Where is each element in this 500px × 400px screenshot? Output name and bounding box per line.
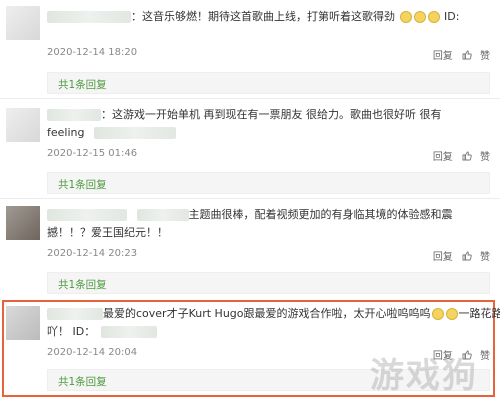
avatar[interactable] xyxy=(6,108,40,142)
comment-text-line2: 吖！ ID： xyxy=(47,325,157,339)
timestamp: 2020-12-14 20:23 xyxy=(47,248,138,259)
reply-button[interactable]: 回复 xyxy=(433,51,453,62)
like-button[interactable]: 赞 xyxy=(462,50,490,62)
replies-link[interactable]: 共1条回复 xyxy=(47,272,490,294)
emoji-icon xyxy=(399,11,412,23)
timestamp: 2020-12-14 18:20 xyxy=(47,47,138,58)
username[interactable] xyxy=(47,209,127,221)
comment-actions: 回复 赞 xyxy=(427,47,490,62)
divider xyxy=(0,98,500,99)
comment-text: 主题曲很棒，配着视频更加的有身临其境的体验感和震 xyxy=(47,208,453,222)
timestamp: 2020-12-14 20:04 xyxy=(47,347,138,358)
timestamp: 2020-12-15 01:46 xyxy=(47,148,138,159)
comment-text: ：这游戏一开始单机 再到现在有一票朋友 很给力。歌曲也很好听 很有 xyxy=(47,108,442,122)
comment-text-line2: feeling xyxy=(47,126,176,140)
redacted-text xyxy=(100,326,157,338)
like-button[interactable]: 赞 xyxy=(462,251,490,263)
comment-text: ：这音乐够燃！期待这首歌曲上线，打第听着这歌得劲 ID: xyxy=(47,10,459,24)
redacted-text xyxy=(136,209,189,221)
replies-link[interactable]: 共1条回复 xyxy=(47,172,490,194)
comment-actions: 回复 赞 xyxy=(427,148,490,163)
emoji-icon xyxy=(431,308,444,320)
divider xyxy=(0,198,500,199)
thumbs-up-icon xyxy=(462,251,472,261)
watermark-logo: 游戏狗 xyxy=(370,356,478,396)
comment-actions: 回复 赞 xyxy=(427,248,490,263)
avatar[interactable] xyxy=(6,6,40,40)
username[interactable] xyxy=(47,11,131,23)
thumbs-up-icon xyxy=(462,151,472,161)
comment-text-line2: 撼！！？爱王国纪元！！ xyxy=(47,226,168,239)
like-button[interactable]: 赞 xyxy=(462,151,490,163)
comment-text: 最爱的cover才子Kurt Hugo跟最爱的游戏合作啦，太开心啦呜呜呜 一路花路 xyxy=(47,307,500,321)
replies-link[interactable]: 共1条回复 xyxy=(47,72,490,94)
emoji-icon xyxy=(445,308,458,320)
emoji-icon xyxy=(427,11,440,23)
redacted-text xyxy=(93,127,176,139)
avatar[interactable] xyxy=(6,306,40,340)
reply-button[interactable]: 回复 xyxy=(433,252,453,263)
emoji-icon xyxy=(413,11,426,23)
reply-button[interactable]: 回复 xyxy=(433,152,453,163)
thumbs-up-icon xyxy=(462,50,472,60)
avatar[interactable] xyxy=(6,206,40,240)
username[interactable] xyxy=(47,308,103,320)
username[interactable] xyxy=(47,109,101,121)
